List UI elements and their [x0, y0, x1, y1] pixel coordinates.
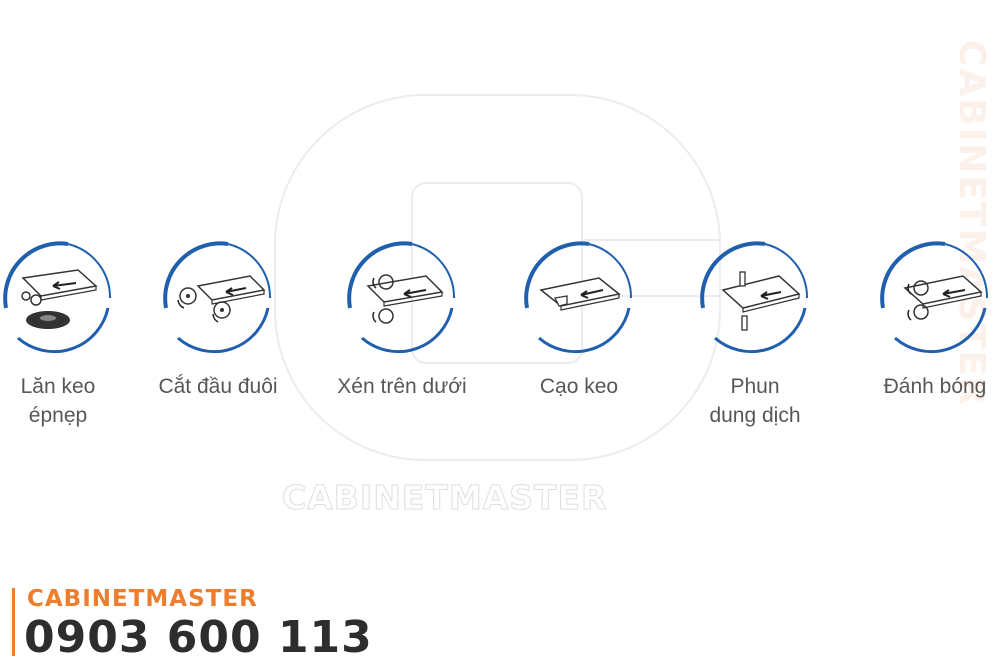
spray-solution-icon	[700, 241, 809, 354]
watermark-text: CABINETMASTER	[282, 478, 608, 518]
process-step-trimming: Xén trên dưới	[302, 238, 502, 438]
process-step-end-cutting: Cắt đầu đuôi	[118, 238, 318, 438]
process-step-polishing: Đánh bóng	[835, 238, 1000, 438]
glue-roller-icon	[3, 241, 112, 354]
top-bottom-trimming-icon	[347, 241, 456, 354]
step-label: Phun dung dịch	[709, 375, 801, 427]
step-label: Cắt đầu đuôi	[158, 375, 278, 398]
end-cutting-icon	[163, 241, 272, 354]
process-step-spray: Phun dung dịch	[655, 238, 855, 438]
step-label: Đánh bóng	[883, 375, 987, 398]
step-label: Xén trên dưới	[337, 375, 467, 398]
process-step-scraping: Cạo keo	[479, 238, 679, 438]
phone-number: 0903 600 113	[24, 612, 373, 663]
glue-scraping-icon	[524, 241, 633, 354]
step-label: Cạo keo	[539, 375, 619, 398]
brand-name: CABINETMASTER	[27, 586, 258, 612]
brand-accent-bar	[12, 588, 15, 656]
polishing-icon	[880, 241, 989, 354]
